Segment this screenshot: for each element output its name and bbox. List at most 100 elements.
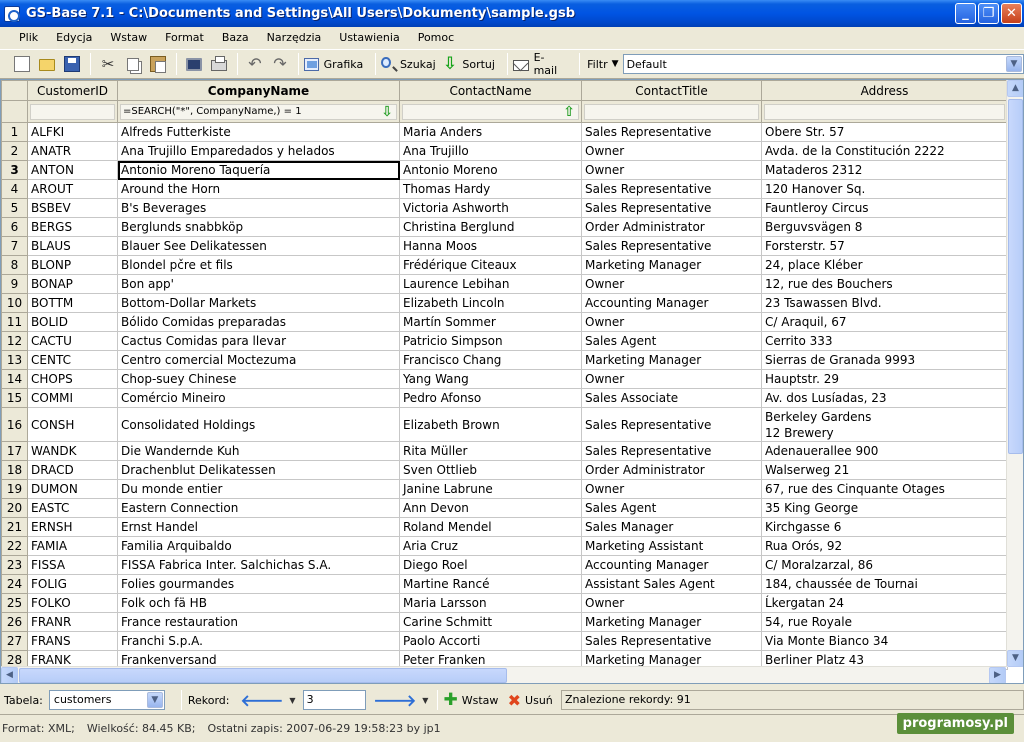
grafika-button[interactable]: Grafika [304, 52, 369, 76]
cell-customerid[interactable]: BERGS [27, 217, 118, 237]
cell-contacttitle[interactable]: Accounting Manager [581, 293, 762, 313]
table-row[interactable]: 9 BONAP Bon app' Laurence Lebihan Owner 12, r… [1, 274, 1008, 294]
cell-contactname[interactable]: Sven Ottlieb [399, 460, 582, 480]
cut-button[interactable]: ✂ [96, 52, 120, 76]
close-button[interactable]: ✕ [1001, 3, 1022, 24]
row-number[interactable]: 13 [1, 350, 28, 370]
row-number[interactable]: 27 [1, 631, 28, 651]
cell-contacttitle[interactable]: Order Administrator [581, 460, 762, 480]
cell-address[interactable]: 54, rue Royale [761, 612, 1008, 632]
cell-customerid[interactable]: BLONP [27, 255, 118, 275]
row-number[interactable]: 8 [1, 255, 28, 275]
cell-contactname[interactable]: Yang Wang [399, 369, 582, 389]
insert-record-button[interactable]: ✚ Wstaw [443, 688, 498, 712]
cell-customerid[interactable]: FRANS [27, 631, 118, 651]
cell-contacttitle[interactable]: Owner [581, 274, 762, 294]
cell-address[interactable]: 67, rue des Cinquante Otages [761, 479, 1008, 499]
cell-contacttitle[interactable]: Owner [581, 312, 762, 332]
record-number-input[interactable]: 3 [302, 690, 367, 710]
cell-companyname[interactable]: France restauration [117, 612, 400, 632]
cell-contactname[interactable]: Maria Anders [399, 122, 582, 142]
cell-contacttitle[interactable]: Sales Associate [581, 388, 762, 408]
row-number[interactable]: 7 [1, 236, 28, 256]
cell-contacttitle[interactable]: Sales Agent [581, 331, 762, 351]
cell-customerid[interactable]: ALFKI [27, 122, 118, 142]
cell-contactname[interactable]: Paolo Accorti [399, 631, 582, 651]
row-number[interactable]: 19 [1, 479, 28, 499]
cell-contacttitle[interactable]: Marketing Assistant [581, 536, 762, 556]
row-number[interactable]: 22 [1, 536, 28, 556]
cell-customerid[interactable]: CONSH [27, 407, 118, 442]
cell-customerid[interactable]: FRANR [27, 612, 118, 632]
cell-address[interactable]: Mataderos 2312 [761, 160, 1008, 180]
menu-format[interactable]: Format [156, 27, 213, 49]
row-number[interactable]: 20 [1, 498, 28, 518]
cell-contacttitle[interactable]: Sales Representative [581, 407, 762, 442]
row-number[interactable]: 2 [1, 141, 28, 161]
filter-input[interactable] [584, 103, 759, 120]
cell-contacttitle[interactable]: Sales Manager [581, 517, 762, 537]
table-row[interactable]: 13 CENTC Centro comercial Moctezuma Francis… [1, 350, 1008, 370]
row-number[interactable]: 10 [1, 293, 28, 313]
cell-customerid[interactable]: ERNSH [27, 517, 118, 537]
filter-cell-contactname[interactable]: ⇧ [399, 100, 582, 123]
cell-companyname[interactable]: Berglunds snabbköp [117, 217, 400, 237]
filter-cell-contacttitle[interactable] [581, 100, 762, 123]
previous-dropdown-icon[interactable]: ▼ [289, 696, 295, 705]
scroll-up-arrow-icon[interactable]: ▲ [1007, 80, 1023, 97]
cell-contactname[interactable]: Francisco Chang [399, 350, 582, 370]
cell-companyname[interactable]: Franchi S.p.A. [117, 631, 400, 651]
cell-customerid[interactable]: COMMI [27, 388, 118, 408]
cell-address[interactable]: 24, place Kléber [761, 255, 1008, 275]
cell-companyname[interactable]: Drachenblut Delikatessen [117, 460, 400, 480]
cell-companyname[interactable]: Consolidated Holdings [117, 407, 400, 442]
maximize-button[interactable]: ❐ [978, 3, 999, 24]
horizontal-scrollbar[interactable]: ◀ ▶ [1, 666, 1006, 683]
cell-address[interactable]: Hauptstr. 29 [761, 369, 1008, 389]
table-row[interactable]: 11 BOLID Bólido Comidas preparadas Martín S… [1, 312, 1008, 332]
cell-companyname[interactable]: Bon app' [117, 274, 400, 294]
row-number[interactable]: 4 [1, 179, 28, 199]
row-number[interactable]: 18 [1, 460, 28, 480]
cell-address[interactable]: Av. dos Lusíadas, 23 [761, 388, 1008, 408]
cell-companyname[interactable]: Ana Trujillo Emparedados y helados [117, 141, 400, 161]
cell-contacttitle[interactable]: Sales Representative [581, 631, 762, 651]
table-row[interactable]: 24 FOLIG Folies gourmandes Martine Rancé Ass… [1, 574, 1008, 594]
cell-contacttitle[interactable]: Assistant Sales Agent [581, 574, 762, 594]
next-dropdown-icon[interactable]: ▼ [422, 696, 428, 705]
cell-contacttitle[interactable]: Marketing Manager [581, 612, 762, 632]
filter-select[interactable]: Default ▼ [622, 54, 1024, 74]
cell-customerid[interactable]: CHOPS [27, 369, 118, 389]
row-number[interactable]: 9 [1, 274, 28, 294]
menu-narzedzia[interactable]: Narzędzia [258, 27, 331, 49]
cell-customerid[interactable]: BONAP [27, 274, 118, 294]
table-row[interactable]: 15 COMMI Comércio Mineiro Pedro Afonso Sales… [1, 388, 1008, 408]
cell-contactname[interactable]: Maria Larsson [399, 593, 582, 613]
row-number[interactable]: 26 [1, 612, 28, 632]
cell-address[interactable]: Kirchgasse 6 [761, 517, 1008, 537]
cell-address[interactable]: Forsterstr. 57 [761, 236, 1008, 256]
save-button[interactable] [60, 52, 84, 76]
cell-contacttitle[interactable]: Owner [581, 369, 762, 389]
cell-contactname[interactable]: Carine Schmitt [399, 612, 582, 632]
cell-contacttitle[interactable]: Sales Representative [581, 441, 762, 461]
minimize-button[interactable]: _ [955, 3, 976, 24]
cell-address[interactable]: Via Monte Bianco 34 [761, 631, 1008, 651]
cell-address[interactable]: 23 Tsawassen Blvd. [761, 293, 1008, 313]
row-number[interactable]: 21 [1, 517, 28, 537]
table-row[interactable]: 25 FOLKO Folk och fä HB Maria Larsson Owner Ĺ… [1, 593, 1008, 613]
cell-customerid[interactable]: ANTON [27, 160, 118, 180]
cell-customerid[interactable]: BOLID [27, 312, 118, 332]
print-button[interactable] [207, 52, 231, 76]
row-number[interactable]: 12 [1, 331, 28, 351]
row-number[interactable]: 6 [1, 217, 28, 237]
table-row[interactable]: 22 FAMIA Familia Arquibaldo Aria Cruz Market… [1, 536, 1008, 556]
filter-cell-customerid[interactable] [27, 100, 118, 123]
cell-customerid[interactable]: DUMON [27, 479, 118, 499]
cell-companyname[interactable]: Bólido Comidas preparadas [117, 312, 400, 332]
cell-contactname[interactable]: Patricio Simpson [399, 331, 582, 351]
sort-ascending-icon[interactable]: ⇧ [563, 105, 575, 119]
sort-descending-icon[interactable]: ⇩ [381, 105, 393, 119]
filter-cell-address[interactable] [761, 100, 1008, 123]
cell-address[interactable]: C/ Araquil, 67 [761, 312, 1008, 332]
